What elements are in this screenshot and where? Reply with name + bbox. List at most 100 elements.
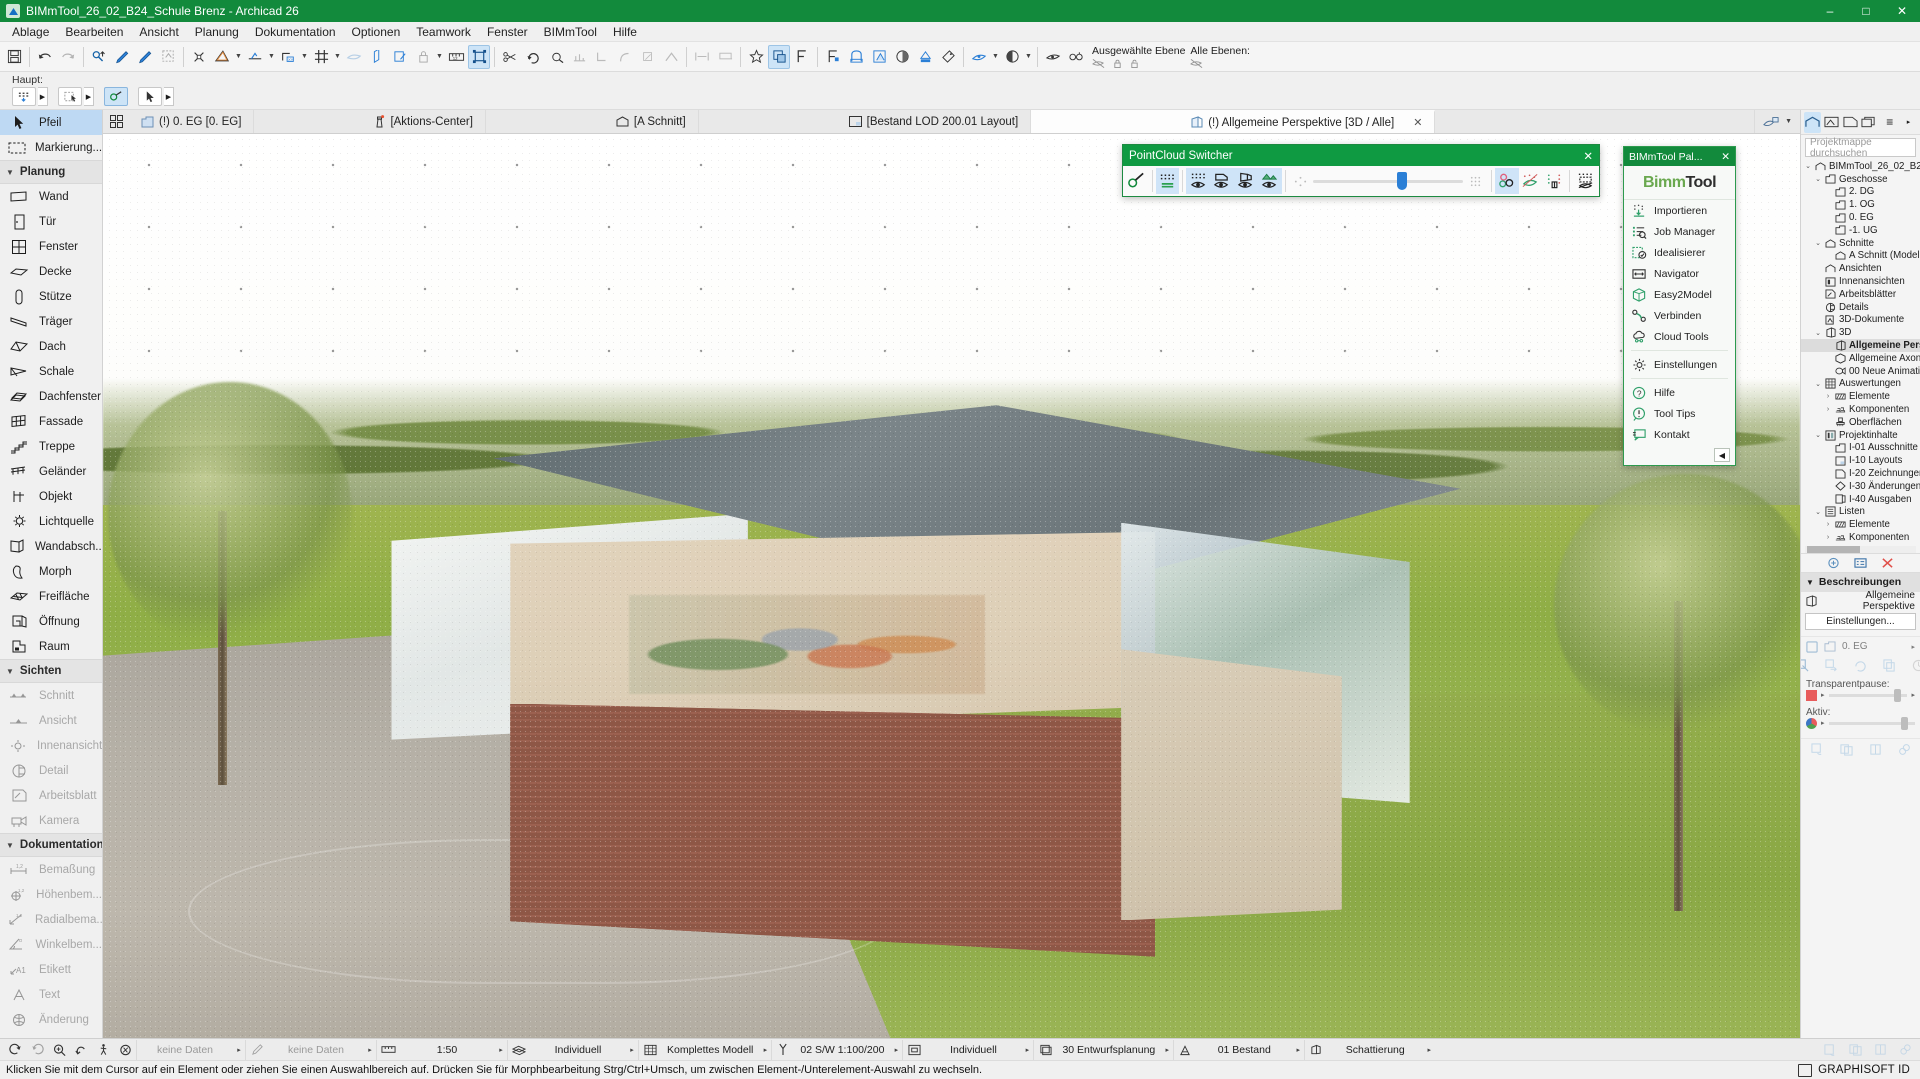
- tab-aktions-center[interactable]: [Aktions-Center]: [254, 110, 485, 133]
- bimm-item-verbinden[interactable]: Verbinden: [1624, 305, 1735, 326]
- tool-dach[interactable]: Dach: [0, 334, 102, 359]
- search-input[interactable]: Projektmappe durchsuchen: [1805, 138, 1916, 157]
- tree-node[interactable]: I-20 Zeichnungen: [1801, 467, 1920, 480]
- 3d-viewport[interactable]: PointCloud Switcher ✕: [103, 134, 1800, 1038]
- 3d-cutaway-icon[interactable]: [343, 45, 365, 69]
- hide-terrain-icon[interactable]: [1258, 168, 1282, 194]
- navigator-project-tab[interactable]: [1804, 112, 1821, 133]
- tree-horizontal-scrollbar[interactable]: [1805, 546, 1916, 553]
- status-field-pen-set[interactable]: keine Daten ▸: [245, 1040, 376, 1060]
- chevron-down-icon[interactable]: ⌄: [1804, 162, 1812, 170]
- pointcloud-import-caret-icon[interactable]: ▶: [38, 87, 48, 106]
- tool-bemassung[interactable]: 1,2 Bemaßung: [0, 857, 102, 882]
- active-caret-icon[interactable]: ▸: [1821, 719, 1825, 727]
- pick-up-parameters-icon[interactable]: [111, 45, 133, 69]
- tree-node[interactable]: 3D-Dokumente: [1801, 314, 1920, 327]
- status-field-partial-structure[interactable]: Komplettes Modell ▸: [638, 1040, 771, 1060]
- view-settings-button[interactable]: Einstellungen...: [1805, 613, 1916, 630]
- chevron-right-icon[interactable]: ›: [1824, 534, 1832, 541]
- tree-node[interactable]: Oberflächen: [1801, 416, 1920, 429]
- tab-bestand-layout[interactable]: [Bestand LOD 200.01 Layout]: [699, 110, 1032, 133]
- tool-radialbemassung[interactable]: 1,2 Radialbema...: [0, 907, 102, 932]
- tool-fenster[interactable]: Fenster: [0, 234, 102, 259]
- tab-overview-icon[interactable]: [1763, 116, 1779, 128]
- tree-node[interactable]: I-40 Ausgaben: [1801, 493, 1920, 506]
- density-knob[interactable]: [1397, 172, 1407, 190]
- adjust-icon[interactable]: [389, 45, 411, 69]
- gravity-icon[interactable]: [244, 45, 266, 69]
- new-viewpoint-icon[interactable]: [1827, 557, 1840, 569]
- toolgroup-dokumentation[interactable]: ▼ Dokumentation: [0, 833, 102, 857]
- pointcloud-select-caret-icon[interactable]: ▶: [84, 87, 94, 106]
- menu-dokumentation[interactable]: Dokumentation: [247, 23, 344, 41]
- ghost-copy-icon[interactable]: [1883, 659, 1896, 672]
- tool-oeffnung[interactable]: Öffnung: [0, 609, 102, 634]
- status-caret-icon[interactable]: ▸: [1021, 1046, 1033, 1054]
- tool-objekt[interactable]: Objekt: [0, 484, 102, 509]
- active-track[interactable]: [1829, 722, 1915, 725]
- bimm-item-cloud-tools[interactable]: Cloud Tools: [1624, 326, 1735, 347]
- tree-node[interactable]: ⌄Schnitte: [1801, 237, 1920, 250]
- pcs-close-icon[interactable]: ✕: [1583, 149, 1593, 163]
- gravity-caret-icon[interactable]: ▼: [267, 45, 276, 69]
- bimm-item-tool-tips[interactable]: Tool Tips: [1624, 403, 1735, 424]
- grouping-icon[interactable]: [188, 45, 210, 69]
- tool-schnitt[interactable]: Schnitt: [0, 683, 102, 708]
- transparency-end-caret-icon[interactable]: ▸: [1911, 691, 1915, 699]
- chevron-down-icon[interactable]: ⌄: [1814, 239, 1822, 247]
- menu-optionen[interactable]: Optionen: [344, 23, 409, 41]
- render-caret-icon[interactable]: ▼: [1024, 45, 1033, 69]
- offset-icon[interactable]: [545, 45, 567, 69]
- grid-icon[interactable]: [310, 45, 332, 69]
- resize-icon[interactable]: [637, 45, 659, 69]
- pick-pointcloud-icon[interactable]: [1125, 168, 1149, 194]
- pointcloud-switcher-toggle-icon[interactable]: [104, 87, 128, 106]
- status-caret-icon[interactable]: ▸: [1161, 1046, 1173, 1054]
- ghost-link-icon[interactable]: [1898, 743, 1911, 756]
- 3d-view-caret-icon[interactable]: ▼: [991, 45, 1000, 69]
- marquee-copy-icon[interactable]: [157, 45, 179, 69]
- tree-node[interactable]: 1. OG: [1801, 198, 1920, 211]
- redo-icon[interactable]: [57, 45, 79, 69]
- tab-grid-icon[interactable]: [103, 110, 129, 133]
- render-settings-icon[interactable]: [1001, 45, 1023, 69]
- collapse-palette-button[interactable]: ◀: [1714, 448, 1730, 462]
- tool-raum[interactable]: Raum: [0, 634, 102, 659]
- graphic-override-icon[interactable]: [891, 45, 913, 69]
- tool-winkelbemassung[interactable]: α Winkelbem...: [0, 932, 102, 957]
- orbit-icon[interactable]: [4, 1040, 26, 1060]
- density-high-icon[interactable]: [1467, 174, 1484, 189]
- model-view-options-icon[interactable]: [868, 45, 890, 69]
- fillet-icon[interactable]: [614, 45, 636, 69]
- tree-node[interactable]: ⌄BIMmTool_26_02_B24_Sch: [1801, 160, 1920, 173]
- tool-lichtquelle[interactable]: Lichtquelle: [0, 509, 102, 534]
- status-field-pen-data[interactable]: keine Daten ▸: [136, 1040, 245, 1060]
- tree-node[interactable]: -1. UG: [1801, 224, 1920, 237]
- lock-caret-icon[interactable]: ▼: [435, 45, 444, 69]
- transparency-track[interactable]: [1829, 694, 1908, 697]
- hide-walls-icon[interactable]: [1210, 168, 1234, 194]
- arrow-pointer-caret-icon[interactable]: ▶: [164, 87, 174, 106]
- trim-icon[interactable]: [366, 45, 388, 69]
- show-all-layers-icon[interactable]: [1042, 45, 1064, 69]
- bimm-item-hilfe[interactable]: ? Hilfe: [1624, 382, 1735, 403]
- tree-node[interactable]: A Schnitt (Modell auto: [1801, 250, 1920, 263]
- settings-icon[interactable]: [1854, 557, 1867, 569]
- ghost-split2-icon[interactable]: [1874, 1043, 1887, 1056]
- navigator-layoutbook-tab[interactable]: [1842, 112, 1859, 133]
- status-field-structure[interactable]: Individuell ▸: [507, 1040, 638, 1060]
- intensity-mode-icon[interactable]: [1519, 168, 1543, 194]
- element-attributes-icon[interactable]: [822, 45, 844, 69]
- pointcloud-visibility-icon[interactable]: [1186, 168, 1210, 194]
- beschreibungen-group[interactable]: ▼ Beschreibungen: [1801, 573, 1920, 592]
- distribute-icon[interactable]: [568, 45, 590, 69]
- tool-markierung[interactable]: Markierung...: [0, 135, 102, 160]
- status-caret-icon[interactable]: ▸: [495, 1046, 507, 1054]
- tool-stuetze[interactable]: Stütze: [0, 284, 102, 309]
- tree-node[interactable]: 0. EG: [1801, 211, 1920, 224]
- pointcloud-import-icon[interactable]: [12, 87, 36, 106]
- status-caret-icon[interactable]: ▸: [890, 1046, 902, 1054]
- tool-arbeitsblatt[interactable]: Arbeitsblatt: [0, 783, 102, 808]
- graphisoft-id[interactable]: GRAPHISOFT ID: [1798, 1064, 1920, 1077]
- tree-node[interactable]: ›Komponenten: [1801, 531, 1920, 544]
